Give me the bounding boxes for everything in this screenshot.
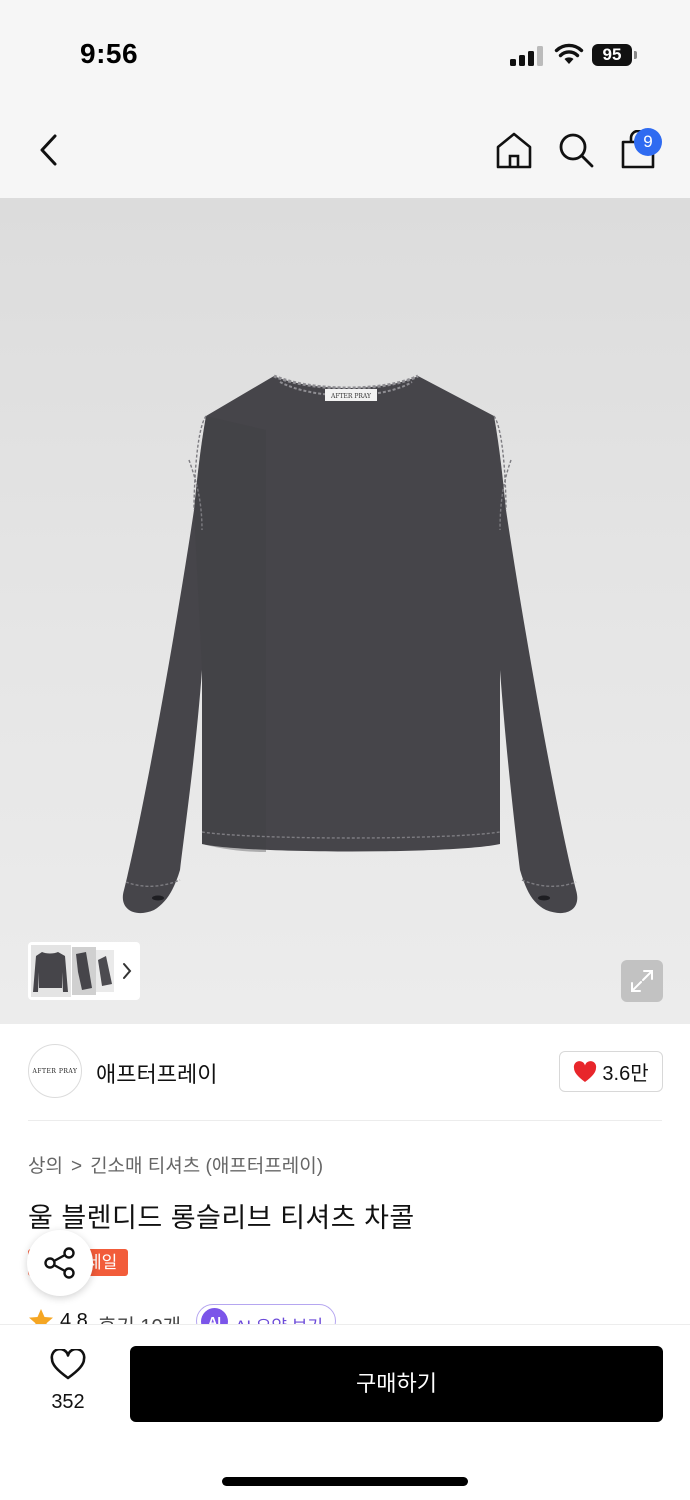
share-button[interactable]: [27, 1230, 93, 1296]
status-bar: 9:56 95: [0, 0, 690, 100]
status-time: 9:56: [80, 38, 139, 69]
back-button[interactable]: [26, 128, 70, 172]
top-navigation: [0, 100, 690, 198]
expand-icon: [631, 970, 653, 992]
chevron-left-icon: [40, 134, 57, 166]
breadcrumb-subcategory[interactable]: 긴소매 티셔츠 (애프터프레이): [90, 1156, 323, 1177]
brand-logo[interactable]: AFTER PRAY: [28, 1044, 82, 1098]
battery-level: 95: [592, 44, 632, 66]
wishlist-button[interactable]: 352: [40, 1349, 96, 1419]
cart-count-badge: 9: [634, 128, 662, 156]
wifi-icon: [554, 43, 584, 64]
home-icon: [496, 132, 532, 169]
product-image: AFTER PRAY: [122, 374, 578, 914]
heart-outline-icon: [50, 1349, 86, 1380]
cellular-signal-icon: [510, 46, 543, 66]
thumbnail-images: [31, 945, 132, 997]
home-indicator: [222, 1477, 468, 1486]
brand-like-count: 3.6만: [602, 1063, 649, 1085]
share-icon: [44, 1247, 75, 1279]
shirt-neck-label: AFTER PRAY: [330, 393, 372, 400]
breadcrumb-chevron-icon: >: [70, 1156, 83, 1177]
heart-filled-icon: [574, 1060, 597, 1082]
brand-name[interactable]: 애프터프레이: [96, 1057, 217, 1089]
wishlist-count: 352: [51, 1391, 85, 1413]
product-image-carousel[interactable]: AFTER PRAY: [0, 198, 690, 1024]
battery-tip: [634, 51, 637, 59]
image-thumbnail-strip[interactable]: [28, 942, 140, 1000]
brand-logo-text: AFTER PRAY: [32, 1067, 78, 1075]
bottom-action-bar: 352 구매하기: [0, 1324, 690, 1500]
brand-like-button[interactable]: 3.6만: [559, 1051, 663, 1092]
search-icon: [559, 133, 594, 168]
breadcrumb: 상의 > 긴소매 티셔츠 (애프터프레이): [28, 1151, 323, 1178]
battery-icon: 95: [592, 44, 638, 66]
buy-button[interactable]: 구매하기: [130, 1346, 663, 1422]
home-button[interactable]: [492, 128, 536, 172]
search-button[interactable]: [554, 128, 598, 172]
breadcrumb-category[interactable]: 상의: [28, 1156, 63, 1177]
expand-image-button[interactable]: [621, 960, 663, 1002]
divider: [28, 1120, 662, 1121]
product-title: 울 블렌디드 롱슬리브 티셔츠 차콜: [28, 1203, 415, 1233]
